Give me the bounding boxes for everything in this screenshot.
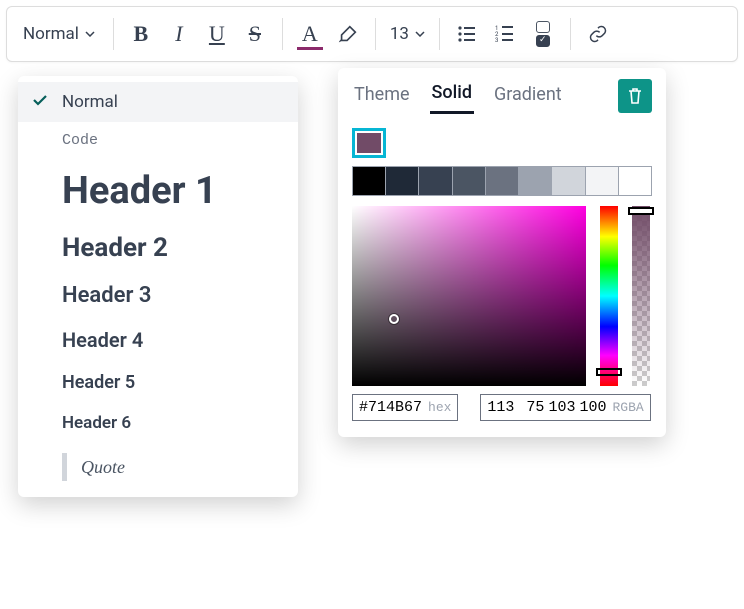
palette-swatch[interactable] xyxy=(452,166,486,196)
italic-button[interactable]: I xyxy=(160,14,198,54)
separator xyxy=(375,18,376,50)
hue-slider[interactable] xyxy=(600,206,618,386)
hue-thumb xyxy=(596,368,622,376)
palette-swatch[interactable] xyxy=(618,166,652,196)
palette-swatch[interactable] xyxy=(551,166,585,196)
paintbrush-icon xyxy=(337,23,359,45)
heading-item-label: Normal xyxy=(62,92,118,112)
palette-swatch[interactable] xyxy=(485,166,519,196)
palette-swatch[interactable] xyxy=(352,166,386,196)
checklist-button[interactable] xyxy=(524,14,562,54)
highlight-button[interactable] xyxy=(329,14,367,54)
caret-down-icon xyxy=(415,31,425,37)
quote-bar xyxy=(62,453,67,481)
link-button[interactable] xyxy=(579,14,617,54)
hex-label: hex xyxy=(428,400,451,415)
heading-item-label: Header 3 xyxy=(62,283,151,308)
color-tab-solid[interactable]: Solid xyxy=(430,78,474,114)
heading-item-normal[interactable]: Normal xyxy=(18,82,298,122)
toolbar: Normal B I U S A 13 123 xyxy=(6,6,738,62)
checklist-icon xyxy=(536,21,550,47)
color-tab-theme[interactable]: Theme xyxy=(352,80,412,113)
heading-dropdown: Normal Code Header 1 Header 2 Header 3 Header… xyxy=(18,76,298,497)
current-color-inner xyxy=(357,133,381,153)
svg-text:3: 3 xyxy=(495,37,498,44)
palette-swatch[interactable] xyxy=(385,166,419,196)
font-color-icon: A xyxy=(302,21,318,47)
heading-item-header-4[interactable]: Header 4 xyxy=(18,318,298,362)
palette-swatch[interactable] xyxy=(518,166,552,196)
heading-item-header-6[interactable]: Header 6 xyxy=(18,403,298,443)
heading-item-label: Header 6 xyxy=(62,413,131,433)
heading-item-header-1[interactable]: Header 1 xyxy=(18,159,298,223)
sv-cursor xyxy=(389,314,399,324)
bold-button[interactable]: B xyxy=(122,14,160,54)
heading-item-code[interactable]: Code xyxy=(18,122,298,159)
alpha-slider[interactable] xyxy=(632,206,650,386)
hex-input-box[interactable]: #714B67 hex xyxy=(352,394,458,421)
color-palette xyxy=(352,166,652,196)
link-icon xyxy=(588,24,608,44)
heading-item-header-5[interactable]: Header 5 xyxy=(18,362,298,403)
rgba-label: RGBA xyxy=(612,400,643,415)
separator xyxy=(570,18,571,50)
caret-down-icon xyxy=(85,31,95,37)
color-tabs: Theme Solid Gradient xyxy=(338,68,666,114)
separator xyxy=(282,18,283,50)
separator xyxy=(113,18,114,50)
bullet-list-button[interactable] xyxy=(448,14,486,54)
palette-swatch[interactable] xyxy=(418,166,452,196)
numbered-list-icon: 123 xyxy=(495,24,515,44)
heading-selector[interactable]: Normal xyxy=(13,14,105,54)
current-color-swatch[interactable] xyxy=(352,128,386,158)
numbered-list-button[interactable]: 123 xyxy=(486,14,524,54)
heading-item-label: Quote xyxy=(81,457,125,478)
trash-icon xyxy=(627,87,643,105)
saturation-value-picker[interactable] xyxy=(352,206,586,386)
heading-item-label: Code xyxy=(62,132,98,149)
heading-item-quote[interactable]: Quote xyxy=(18,443,298,491)
heading-item-header-2[interactable]: Header 2 xyxy=(18,223,298,273)
clear-color-button[interactable] xyxy=(618,79,652,113)
font-size-selector[interactable]: 13 xyxy=(384,14,431,54)
heading-item-label: Header 2 xyxy=(62,233,168,263)
underline-button[interactable]: U xyxy=(198,14,236,54)
heading-item-label: Header 1 xyxy=(62,169,217,213)
heading-selector-label: Normal xyxy=(23,24,79,44)
heading-item-header-3[interactable]: Header 3 xyxy=(18,273,298,318)
palette-swatch[interactable] xyxy=(585,166,619,196)
rgba-input-box[interactable]: 113 75 103100 RGBA xyxy=(480,394,650,421)
strikethrough-button[interactable]: S xyxy=(236,14,274,54)
font-size-value: 13 xyxy=(390,24,409,44)
alpha-thumb xyxy=(628,207,654,215)
rgba-values: 113 75 103100 xyxy=(487,399,606,416)
hex-value: #714B67 xyxy=(359,399,422,416)
check-icon xyxy=(32,92,48,112)
heading-item-label: Header 4 xyxy=(62,328,143,352)
bullet-list-icon xyxy=(457,24,477,44)
heading-item-label: Header 5 xyxy=(62,372,135,393)
separator xyxy=(439,18,440,50)
font-color-underbar xyxy=(297,47,323,50)
color-popover: Theme Solid Gradient #714B67 hex xyxy=(338,68,666,437)
color-tab-gradient[interactable]: Gradient xyxy=(492,80,564,113)
font-color-button[interactable]: A xyxy=(291,14,329,54)
